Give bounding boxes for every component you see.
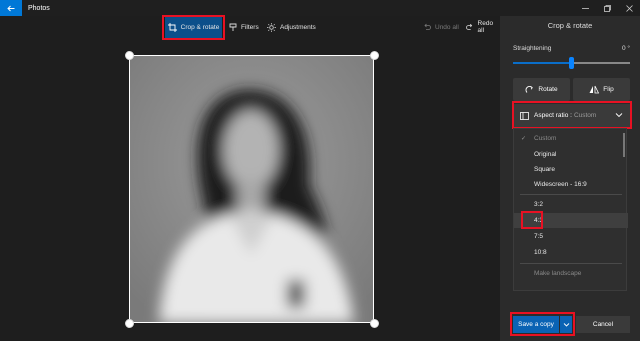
- cancel-label: Cancel: [592, 321, 614, 328]
- back-button[interactable]: [0, 0, 22, 16]
- flip-button[interactable]: Flip: [573, 78, 630, 101]
- menu-item-label: Square: [534, 166, 555, 173]
- rotate-icon: [525, 86, 534, 93]
- tab-filters-label: Filters: [241, 23, 259, 31]
- menu-item-label: 10:8: [534, 249, 547, 256]
- crop-handle-top-right[interactable]: [370, 51, 379, 60]
- undo-icon: [424, 23, 431, 30]
- save-highlight: [510, 312, 575, 336]
- crop-handle-bottom-left[interactable]: [125, 319, 134, 328]
- menu-item-7-5[interactable]: 7:5: [514, 229, 628, 244]
- menu-divider: [520, 194, 622, 195]
- close-icon: [625, 4, 633, 12]
- filters-icon: [229, 23, 237, 31]
- back-arrow-icon: [7, 5, 15, 11]
- menu-item-label: Make landscape: [534, 270, 582, 277]
- minimize-button[interactable]: [574, 0, 596, 16]
- minimize-icon: [581, 7, 589, 9]
- menu-item-label: 3:2: [534, 201, 544, 208]
- straightening-label: Straightening: [513, 45, 552, 52]
- undo-all-label: Undo all: [435, 23, 459, 31]
- menu-item-widescreen[interactable]: Widescreen - 16:9: [514, 177, 628, 192]
- close-button[interactable]: [618, 0, 640, 16]
- rotate-label: Rotate: [538, 86, 558, 93]
- redo-icon: [466, 23, 473, 30]
- photo-canvas: Crop & rotate Filters Adjustments Undo a…: [0, 15, 500, 341]
- tab-adjustments[interactable]: Adjustments: [267, 16, 316, 38]
- crop-handle-top-left[interactable]: [125, 51, 134, 60]
- aspect-ratio-menu: ✓ Custom Original Square Widescreen - 16…: [513, 128, 628, 291]
- tab-filters[interactable]: Filters: [229, 16, 259, 38]
- crop-frame[interactable]: [129, 55, 374, 323]
- checkmark-icon: ✓: [521, 136, 527, 142]
- straightening-slider-rest: [572, 62, 630, 64]
- title-bar: Photos: [0, 0, 640, 16]
- panel-title: Crop & rotate: [547, 21, 593, 30]
- crop-handle-bottom-right[interactable]: [370, 319, 379, 328]
- menu-item-custom[interactable]: ✓ Custom: [514, 131, 628, 146]
- restore-icon: [603, 4, 611, 12]
- aspect-ratio-highlight: [512, 101, 632, 129]
- straightening-value: 0 °: [621, 45, 630, 52]
- redo-all-label: Redo all: [477, 20, 494, 34]
- option-4-3-highlight: [521, 211, 543, 229]
- app-title: Photos: [28, 4, 50, 12]
- rotate-button[interactable]: Rotate: [513, 78, 570, 101]
- menu-item-10-8[interactable]: 10:8: [514, 245, 628, 260]
- redo-all-button[interactable]: Redo all: [466, 16, 500, 38]
- cancel-button[interactable]: Cancel: [576, 316, 630, 333]
- sun-icon: [267, 22, 276, 32]
- restore-button[interactable]: [596, 0, 618, 16]
- menu-item-label: Original: [534, 151, 557, 158]
- crop-rotate-panel: Crop & rotate Straightening 0 ° Rotate F…: [500, 16, 640, 341]
- crop-tab-highlight: [162, 15, 225, 40]
- flip-label: Flip: [603, 86, 614, 93]
- straightening-slider-thumb[interactable]: [569, 57, 574, 69]
- menu-item-label: Custom: [534, 135, 557, 142]
- menu-item-original[interactable]: Original: [514, 147, 628, 162]
- menu-item-label: Widescreen - 16:9: [534, 181, 587, 188]
- flip-icon: [589, 85, 600, 94]
- tab-adjustments-label: Adjustments: [280, 23, 316, 31]
- menu-item-make-landscape[interactable]: Make landscape: [514, 266, 628, 281]
- undo-all-button[interactable]: Undo all: [423, 16, 459, 38]
- menu-divider: [520, 263, 622, 264]
- menu-item-3-2[interactable]: 3:2: [514, 197, 628, 212]
- window-controls: [574, 0, 640, 16]
- menu-item-square[interactable]: Square: [514, 162, 628, 177]
- menu-item-label: 7:5: [534, 233, 544, 240]
